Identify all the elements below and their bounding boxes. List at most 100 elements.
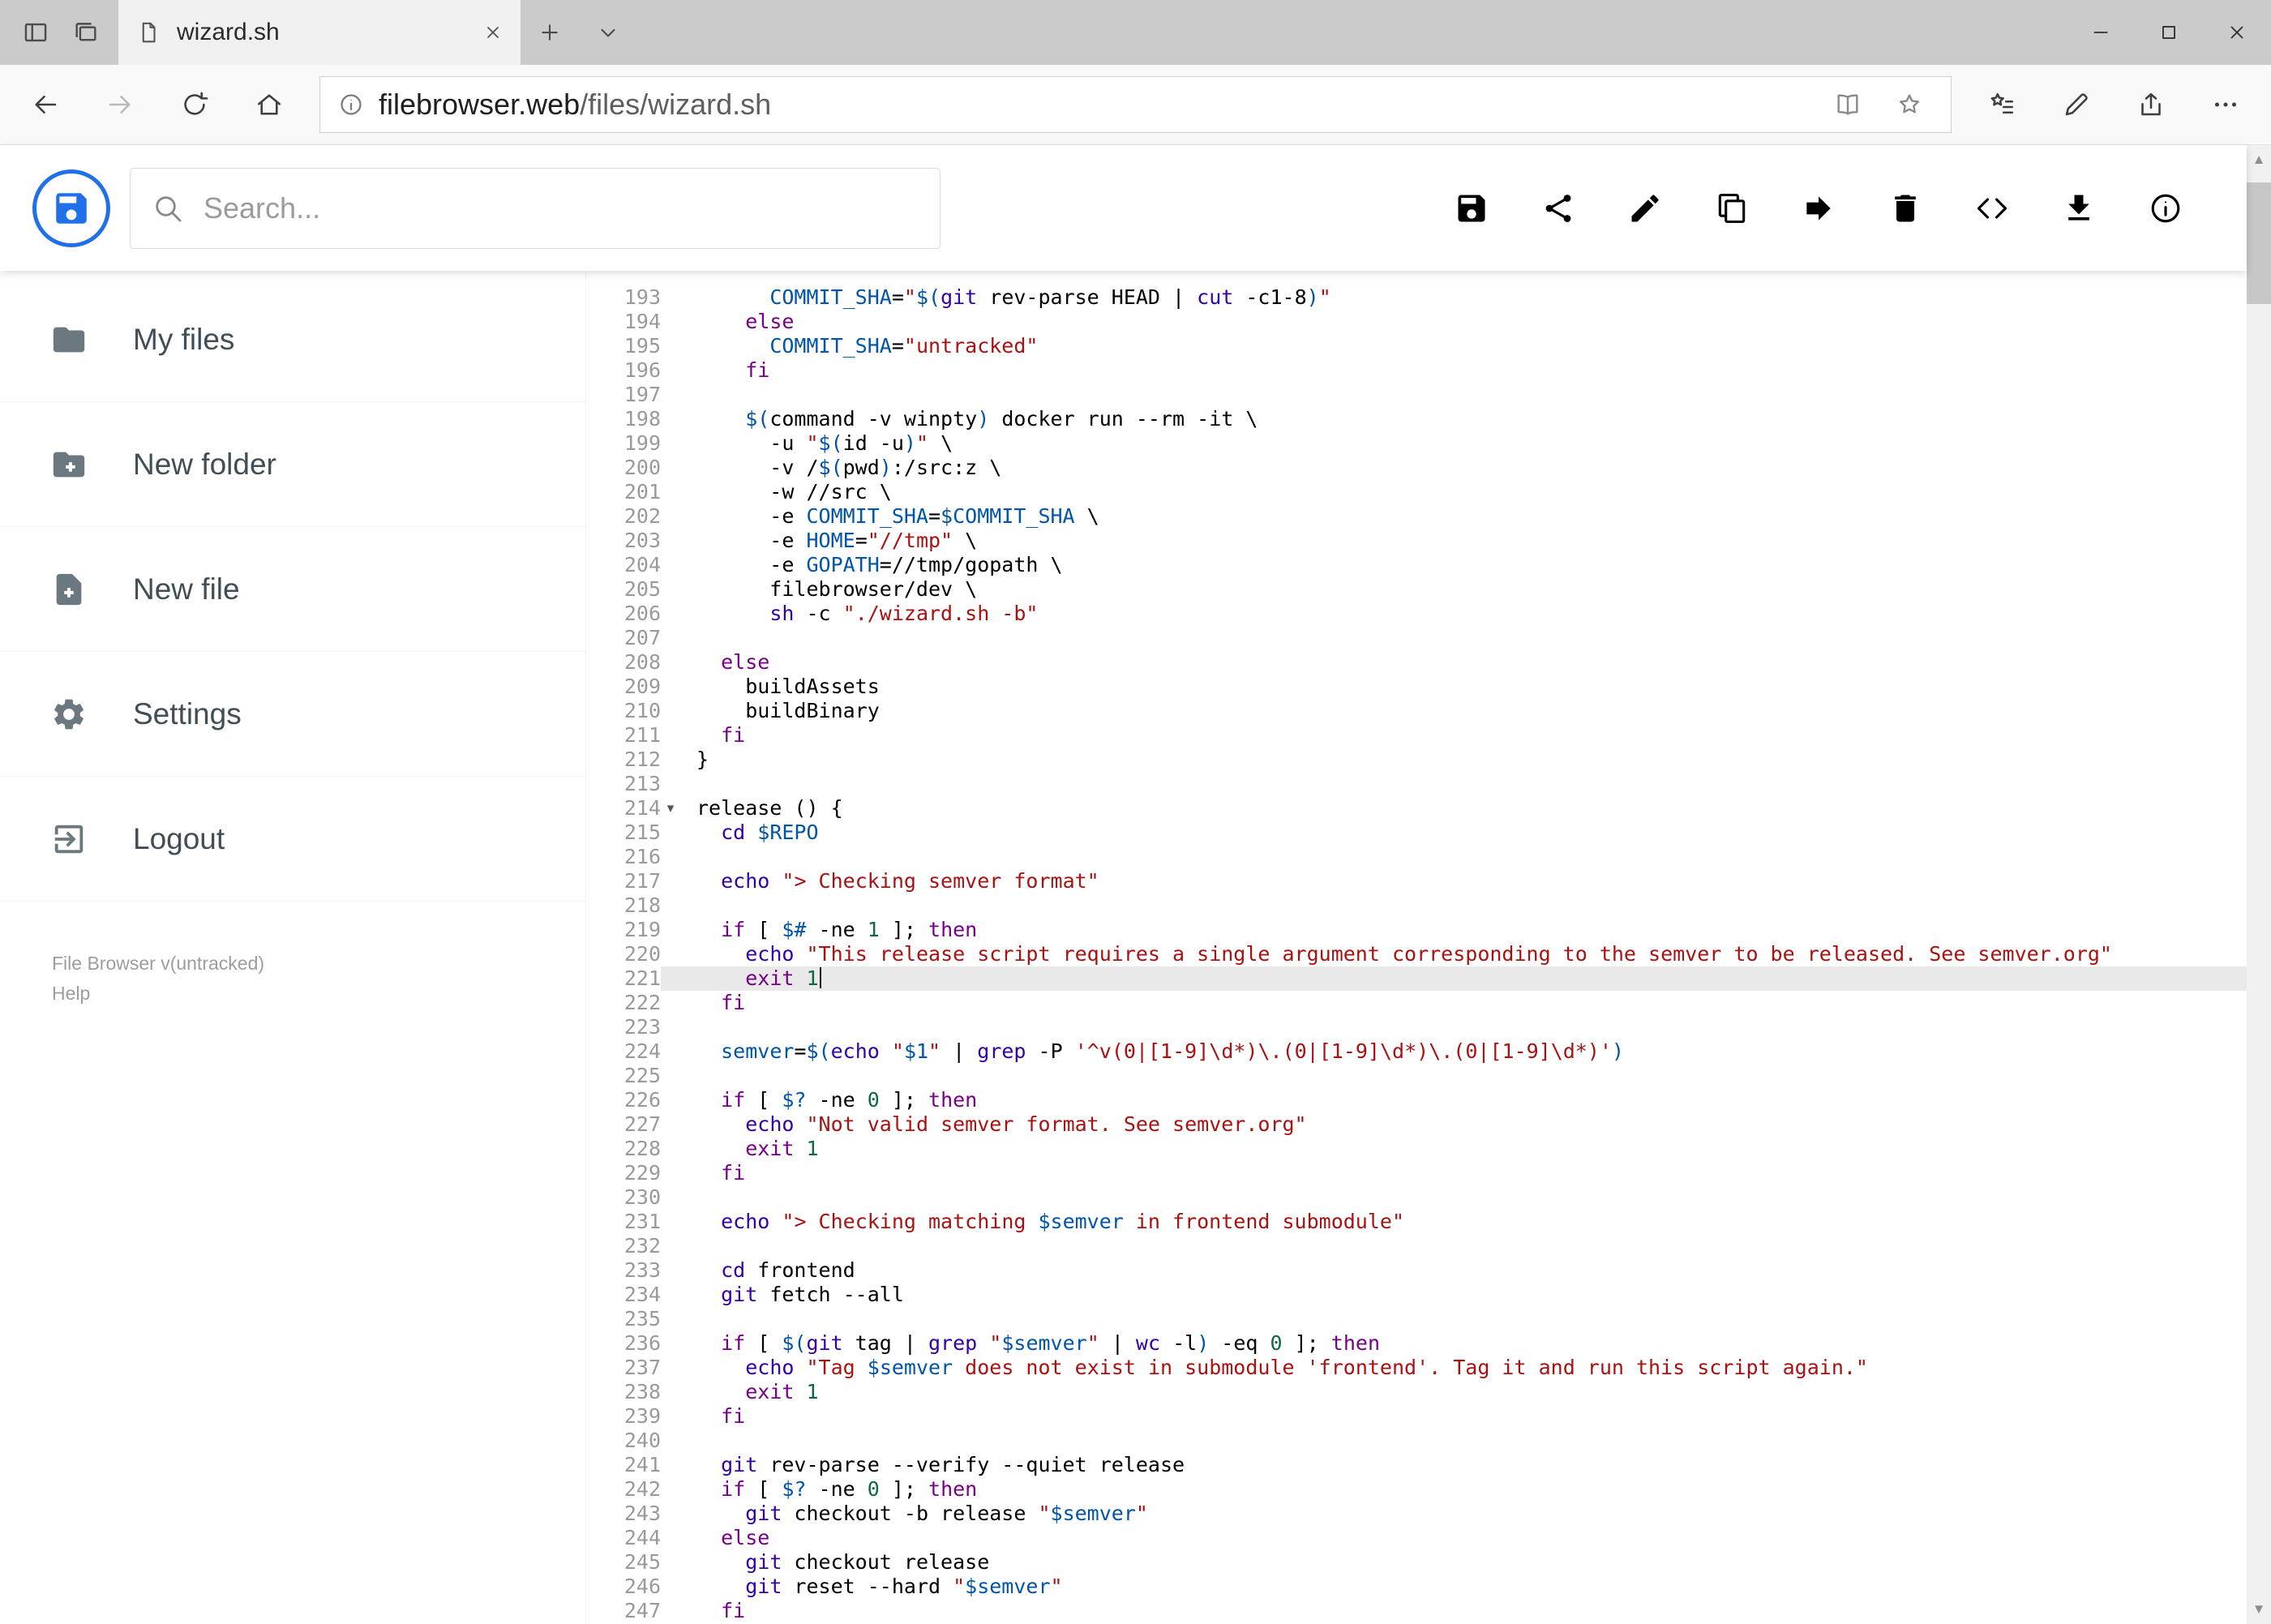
code-line[interactable]: 220 echo "This release script requires a…: [586, 942, 2247, 966]
code-line[interactable]: 205 filebrowser/dev \: [586, 577, 2247, 602]
code-line[interactable]: 208 else: [586, 650, 2247, 675]
code-line[interactable]: 214 ▾ release () {: [586, 796, 2247, 821]
tab-preview-button[interactable]: [65, 0, 107, 65]
code-line[interactable]: 212}: [586, 748, 2247, 772]
code-line[interactable]: 242 if [ $? -ne 0 ]; then: [586, 1477, 2247, 1502]
code-line[interactable]: 196 fi: [586, 358, 2247, 383]
search-input[interactable]: [204, 191, 919, 225]
minimize-button[interactable]: [2067, 0, 2135, 65]
code-line[interactable]: 227 echo "Not valid semver format. See s…: [586, 1112, 2247, 1137]
code-line[interactable]: 216: [586, 845, 2247, 869]
code-line[interactable]: 237 echo "Tag $semver does not exist in …: [586, 1356, 2247, 1380]
code-line[interactable]: 197: [586, 383, 2247, 407]
hub-button[interactable]: [1965, 65, 2039, 144]
code-line[interactable]: 226 if [ $? -ne 0 ]; then: [586, 1088, 2247, 1112]
code-line[interactable]: 195 COMMIT_SHA="untracked": [586, 334, 2247, 358]
code-line[interactable]: 199 -u "$(id -u)" \: [586, 431, 2247, 456]
share-page-button[interactable]: [2114, 65, 2188, 144]
code-line[interactable]: 210 buildBinary: [586, 699, 2247, 723]
code-line[interactable]: 211 fi: [586, 723, 2247, 748]
url-field[interactable]: filebrowser.web/files/wizard.sh: [319, 76, 1952, 133]
refresh-button[interactable]: [157, 65, 232, 144]
code-line[interactable]: 209 buildAssets: [586, 675, 2247, 699]
code-line[interactable]: 231 echo "> Checking matching $semver in…: [586, 1210, 2247, 1234]
code-line[interactable]: 236 if [ $(git tag | grep "$semver" | wc…: [586, 1331, 2247, 1356]
code-line[interactable]: 246 git reset --hard "$semver": [586, 1575, 2247, 1599]
code-line[interactable]: 206 sh -c "./wizard.sh -b": [586, 602, 2247, 626]
close-window-button[interactable]: [2203, 0, 2271, 65]
code-line[interactable]: 194 else: [586, 310, 2247, 334]
code-editor[interactable]: 193 COMMIT_SHA="$(git rev-parse HEAD | c…: [586, 271, 2247, 1624]
sidebar-item-logout[interactable]: Logout: [0, 777, 585, 902]
code-line[interactable]: 193 COMMIT_SHA="$(git rev-parse HEAD | c…: [586, 285, 2247, 310]
code-line[interactable]: 244 else: [586, 1526, 2247, 1550]
code-line[interactable]: 198 $(command -v winpty) docker run --rm…: [586, 407, 2247, 431]
sidebar-item-new-folder[interactable]: New folder: [0, 402, 585, 527]
code-line[interactable]: 207: [586, 626, 2247, 650]
code-line[interactable]: 201 -w //src \: [586, 480, 2247, 504]
web-notes-button[interactable]: [2039, 65, 2114, 144]
help-link[interactable]: Help: [52, 983, 90, 1004]
set-tabs-aside-button[interactable]: [15, 0, 57, 65]
sidebar-item-new-file[interactable]: New file: [0, 527, 585, 652]
code-line[interactable]: 230: [586, 1185, 2247, 1210]
search-box[interactable]: [130, 167, 941, 249]
scroll-down-icon[interactable]: ▼: [2247, 1595, 2271, 1624]
code-line[interactable]: 245 git checkout release: [586, 1550, 2247, 1575]
sidebar-item-settings[interactable]: Settings: [0, 652, 585, 777]
browser-menu-button[interactable]: [2188, 65, 2263, 144]
code-line[interactable]: 203 -e HOME="//tmp" \: [586, 529, 2247, 553]
new-tab-button[interactable]: [521, 0, 579, 65]
code-line[interactable]: 222 fi: [586, 991, 2247, 1015]
site-info-icon[interactable]: [338, 92, 364, 118]
fold-arrow-icon[interactable]: ▾: [661, 796, 680, 821]
browser-tab[interactable]: wizard.sh: [118, 0, 521, 65]
code-line[interactable]: 218: [586, 893, 2247, 918]
code-line[interactable]: 235: [586, 1307, 2247, 1331]
code-line[interactable]: 239 fi: [586, 1404, 2247, 1429]
code-line[interactable]: 224 semver=$(echo "$1" | grep -P '^v(0|[…: [586, 1039, 2247, 1064]
code-line[interactable]: 217 echo "> Checking semver format": [586, 869, 2247, 893]
code-line[interactable]: 200 -v /$(pwd):/src:z \: [586, 456, 2247, 480]
code-line[interactable]: 229 fi: [586, 1161, 2247, 1185]
code-line[interactable]: 233 cd frontend: [586, 1258, 2247, 1283]
tab-close-button[interactable]: [483, 23, 503, 42]
code-line[interactable]: 243 git checkout -b release "$semver": [586, 1502, 2247, 1526]
scroll-up-icon[interactable]: ▲: [2247, 145, 2271, 174]
filebrowser-logo[interactable]: [32, 169, 110, 247]
copy-button[interactable]: [1714, 191, 1750, 226]
back-button[interactable]: [8, 65, 83, 144]
code-line[interactable]: 221 exit 1: [586, 966, 2247, 991]
favorite-button[interactable]: [1886, 91, 1933, 118]
code-line[interactable]: 213: [586, 772, 2247, 796]
forward-button[interactable]: [83, 65, 157, 144]
code-line[interactable]: 204 -e GOPATH=//tmp/gopath \: [586, 553, 2247, 577]
reading-view-button[interactable]: [1824, 91, 1871, 118]
code-line[interactable]: 241 git rev-parse --verify --quiet relea…: [586, 1453, 2247, 1477]
page-scrollbar[interactable]: ▲ ▼: [2247, 145, 2271, 1624]
source-button[interactable]: [1974, 191, 2010, 226]
scrollbar-thumb[interactable]: [2247, 182, 2271, 304]
code-line[interactable]: 234 git fetch --all: [586, 1283, 2247, 1307]
code-line[interactable]: 232: [586, 1234, 2247, 1258]
share-button[interactable]: [1540, 191, 1576, 226]
save-button[interactable]: [1454, 191, 1489, 226]
code-line[interactable]: 223: [586, 1015, 2247, 1039]
sidebar-item-my-files[interactable]: My files: [0, 277, 585, 402]
download-button[interactable]: [2061, 191, 2097, 226]
code-line[interactable]: 202 -e COMMIT_SHA=$COMMIT_SHA \: [586, 504, 2247, 529]
tab-list-button[interactable]: [579, 0, 637, 65]
code-line[interactable]: 247 fi: [586, 1599, 2247, 1623]
code-line[interactable]: 228 exit 1: [586, 1137, 2247, 1161]
code-line[interactable]: 240: [586, 1429, 2247, 1453]
info-button[interactable]: [2148, 191, 2183, 226]
move-button[interactable]: [1801, 191, 1836, 226]
rename-button[interactable]: [1627, 191, 1663, 226]
delete-button[interactable]: [1888, 191, 1923, 226]
code-line[interactable]: 225: [586, 1064, 2247, 1088]
code-line[interactable]: 215 cd $REPO: [586, 821, 2247, 845]
code-line[interactable]: 219 if [ $# -ne 1 ]; then: [586, 918, 2247, 942]
home-button[interactable]: [232, 65, 306, 144]
maximize-button[interactable]: [2135, 0, 2203, 65]
code-line[interactable]: 238 exit 1: [586, 1380, 2247, 1404]
